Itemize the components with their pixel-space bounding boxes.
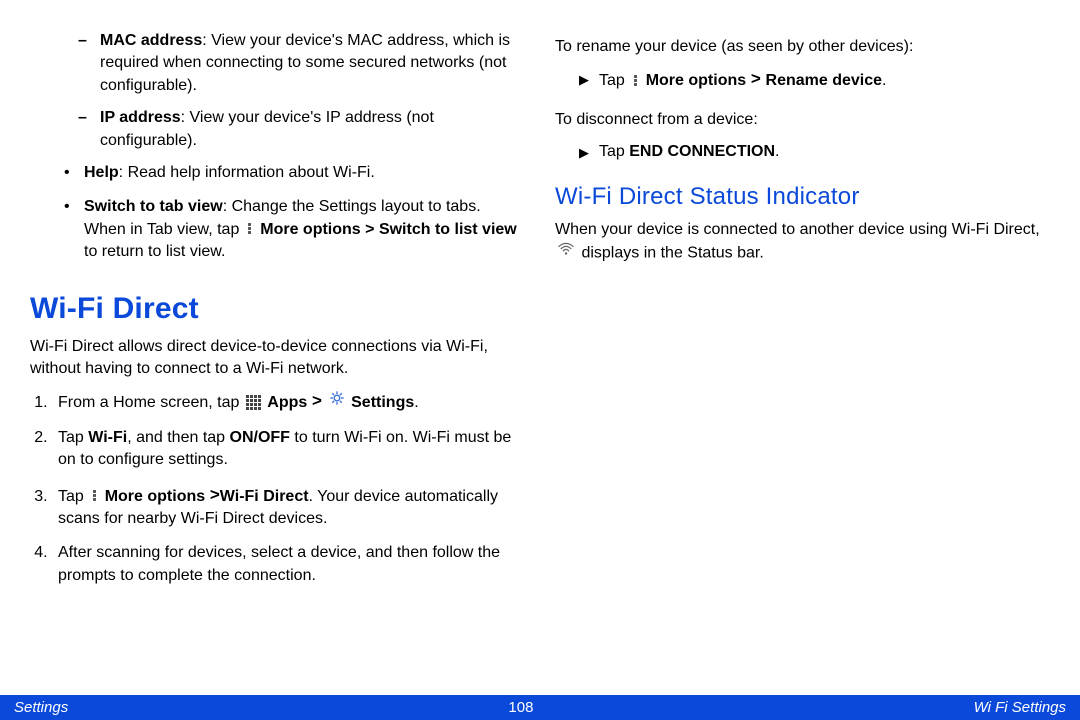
right-column: To rename your device (as seen by other …: [555, 30, 1050, 690]
list-item: IP address: View your device's IP addres…: [100, 107, 525, 152]
settings-gear-icon: [329, 390, 345, 413]
ip-label: IP address: [100, 109, 181, 126]
disconnect-dot: .: [775, 143, 779, 160]
s3a: Tap: [58, 488, 88, 505]
step-arrow-icon: ▶: [579, 71, 589, 92]
wifi-direct-intro: Wi-Fi Direct allows direct device-to-dev…: [30, 336, 525, 381]
more-options-icon: [89, 489, 99, 502]
switch-return-text: to return to list view.: [84, 243, 225, 260]
s3-gt2: >: [205, 485, 220, 504]
wifi-direct-icon: [557, 241, 575, 263]
switch-return-label: Switch to list view: [379, 221, 517, 238]
status-b: displays in the Status bar.: [577, 244, 764, 261]
s1-settings: Settings: [351, 394, 414, 411]
steps-list: From a Home screen, tap Apps > Settings.…: [30, 390, 525, 587]
s1a: From a Home screen, tap: [58, 394, 244, 411]
disconnect-end: END CONNECTION: [629, 143, 775, 160]
footer-page: 108: [508, 699, 533, 716]
s1-dot: .: [414, 394, 418, 411]
heading-status-indicator: Wi-Fi Direct Status Indicator: [555, 180, 1050, 214]
rename-dot: .: [882, 72, 886, 89]
switch-gt: >: [361, 221, 375, 238]
apps-grid-icon: [246, 395, 261, 410]
switch-more-label: More options: [260, 221, 360, 238]
rename-more: More options: [646, 72, 746, 89]
s4: After scanning for devices, select a dev…: [58, 544, 500, 583]
status-paragraph: When your device is connected to another…: [555, 219, 1050, 264]
rename-gt: >: [746, 69, 765, 88]
heading-wifi-direct: Wi-Fi Direct: [30, 288, 525, 330]
action-line: ▶ Tap END CONNECTION.: [579, 141, 1050, 163]
more-options-icon: [245, 222, 255, 235]
s1-gt: >: [307, 391, 326, 410]
help-text: : Read help information about Wi-Fi.: [119, 164, 375, 181]
two-column-layout: MAC address: View your device's MAC addr…: [0, 0, 1080, 690]
s3-more: More options: [105, 488, 205, 505]
footer-left: Settings: [14, 699, 68, 716]
step-arrow-icon: ▶: [579, 144, 589, 163]
sub-bullet-list: MAC address: View your device's MAC addr…: [30, 30, 525, 152]
manual-page: MAC address: View your device's MAC addr…: [0, 0, 1080, 720]
s3-wfd: Wi-Fi Direct: [220, 488, 309, 505]
disconnect-lead: To disconnect from a device:: [555, 109, 1050, 131]
list-item: Help: Read help information about Wi-Fi.: [70, 162, 525, 184]
s2b: , and then tap: [127, 429, 229, 446]
list-item: Switch to tab view: Change the Settings …: [70, 196, 525, 263]
disconnect-tap: Tap: [599, 143, 629, 160]
page-footer: Settings 108 Wi Fi Settings: [0, 695, 1080, 720]
left-column: MAC address: View your device's MAC addr…: [30, 30, 525, 690]
help-label: Help: [84, 164, 119, 181]
rename-lead: To rename your device (as seen by other …: [555, 36, 1050, 58]
rename-device: Rename device: [766, 72, 883, 89]
step-4: After scanning for devices, select a dev…: [52, 542, 525, 587]
s2-onoff: ON/OFF: [230, 429, 290, 446]
rename-action: Tap More options > Rename device.: [599, 68, 886, 92]
disconnect-action: Tap END CONNECTION.: [599, 141, 779, 163]
s2a: Tap: [58, 429, 88, 446]
s2-wifi: Wi-Fi: [88, 429, 127, 446]
step-2: Tap Wi-Fi, and then tap ON/OFF to turn W…: [52, 427, 525, 472]
bullet-list: Help: Read help information about Wi-Fi.…: [30, 162, 525, 264]
switch-label: Switch to tab view: [84, 198, 223, 215]
footer-right: Wi Fi Settings: [974, 699, 1066, 716]
status-a: When your device is connected to another…: [555, 221, 1040, 238]
s1-apps: Apps: [267, 394, 307, 411]
step-3: Tap More options >Wi-Fi Direct. Your dev…: [52, 484, 525, 531]
step-1: From a Home screen, tap Apps > Settings.: [52, 390, 525, 414]
rename-tap: Tap: [599, 72, 629, 89]
action-line: ▶ Tap More options > Rename device.: [579, 68, 1050, 92]
list-item: MAC address: View your device's MAC addr…: [100, 30, 525, 97]
more-options-icon: [630, 74, 640, 87]
mac-label: MAC address: [100, 32, 202, 49]
